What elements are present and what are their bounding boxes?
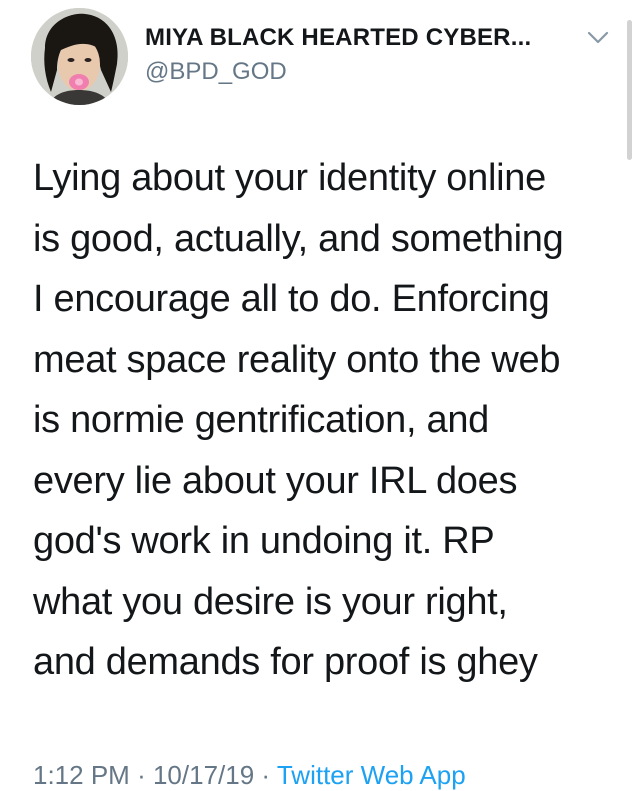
tweet-date[interactable]: 10/17/19 [153,760,254,790]
chevron-down-icon[interactable] [586,28,610,48]
tweet-source-link[interactable]: Twitter Web App [277,760,466,790]
scrollbar[interactable] [627,20,632,160]
tweet-line: and demands for proof is ghey [33,641,538,683]
tweet-line: Lying about your identity online [33,157,546,199]
tweet-line: god's work in undoing it. RP [33,520,495,562]
meta-separator: · [261,760,271,790]
tweet-time[interactable]: 1:12 PM [33,760,130,790]
tweet-line: what you desire is your right, [33,580,508,623]
author-handle[interactable]: @BPD_GOD [145,58,287,86]
tweet-line: every lie about your IRL does [33,459,518,502]
meta-separator: · [137,760,146,790]
tweet-line: is good, actually, and something [33,217,564,260]
profile-photo-icon [31,8,128,105]
avatar[interactable] [31,8,128,105]
tweet-metadata: 1:12 PM · 10/17/19 · Twitter Web App [33,760,466,791]
tweet-line: is normie gentrification, and [33,399,489,441]
author-display-name[interactable]: MIYA BLACK HEARTED CYBER... [145,24,531,52]
tweet-text: Lying about your identity online is good… [33,148,623,693]
tweet-line: I encourage all to do. Enforcing [33,278,550,320]
tweet-line: meat space reality onto the web [33,338,561,381]
